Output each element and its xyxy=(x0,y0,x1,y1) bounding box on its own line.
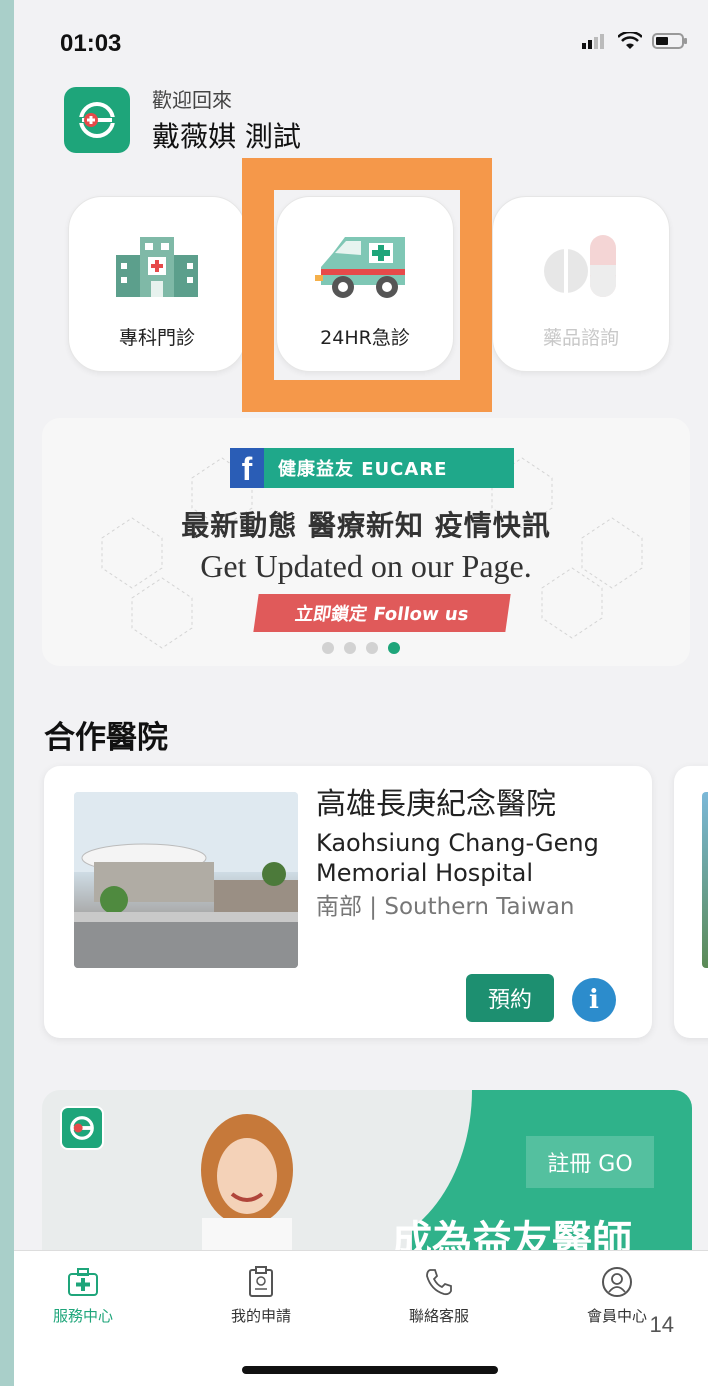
status-icons xyxy=(582,32,688,50)
hospital-card[interactable]: 高雄長庚紀念醫院 Kaohsiung Chang-Geng Memorial H… xyxy=(44,766,652,1038)
facebook-banner[interactable]: f 健康益友 EUCARE 最新動態 醫療新知 疫情快訊 Get Updated… xyxy=(42,418,690,666)
service-medicine-consultation[interactable]: 藥品諮詢 xyxy=(492,196,670,372)
pill-icon xyxy=(536,231,626,301)
tab-service-center[interactable]: 服務中心 xyxy=(28,1265,138,1326)
hospital-region: 南部 | Southern Taiwan xyxy=(316,894,575,920)
info-icon[interactable]: i xyxy=(572,978,616,1022)
highlight-annotation-box xyxy=(242,158,492,412)
fb-title-strip: f 健康益友 EUCARE xyxy=(230,448,514,488)
wifi-icon xyxy=(618,32,642,49)
carousel-dot-active[interactable] xyxy=(388,642,400,654)
service-specialist-clinic[interactable]: 專科門診 xyxy=(68,196,246,372)
status-time: 01:03 xyxy=(60,30,122,57)
partner-hospitals-title: 合作醫院 xyxy=(44,720,168,756)
tab-label: 服務中心 xyxy=(52,1307,113,1325)
eucare-logo-icon xyxy=(60,1106,104,1150)
welcome-header: 歡迎回來 戴薇娸 測試 xyxy=(64,84,301,155)
doctor-promo-banner[interactable]: 註冊 GO 成為益友醫師 xyxy=(42,1090,692,1250)
status-bar: 01:03 xyxy=(14,0,708,80)
fb-title: 健康益友 EUCARE xyxy=(278,459,448,480)
welcome-greeting: 歡迎回來 xyxy=(152,88,232,112)
hospital-photo xyxy=(74,792,298,968)
home-indicator[interactable] xyxy=(242,1366,498,1374)
service-label: 藥品諮詢 xyxy=(542,327,619,349)
hospital-name-en: Kaohsiung Chang-Geng Memorial Hospital xyxy=(316,829,599,887)
banner-headline: 最新動態 醫療新知 疫情快訊 xyxy=(181,509,551,542)
follow-us-button[interactable]: 立即鎖定 Follow us xyxy=(253,594,511,632)
carousel-dot[interactable] xyxy=(366,642,378,654)
hospital-icon xyxy=(112,231,202,301)
battery-icon xyxy=(652,33,687,49)
phone-icon xyxy=(422,1265,456,1299)
tab-label: 我的申請 xyxy=(230,1307,291,1325)
doctor-photo xyxy=(201,1114,293,1250)
carousel-dot[interactable] xyxy=(322,642,334,654)
tab-label: 聯絡客服 xyxy=(408,1307,469,1325)
user-name: 戴薇娸 測試 xyxy=(152,120,301,153)
app-logo xyxy=(64,86,130,153)
tab-customer-service[interactable]: 聯絡客服 xyxy=(384,1265,494,1326)
banner-subline: Get Updated on our Page. xyxy=(200,548,532,584)
signal-icon xyxy=(582,34,604,49)
user-icon xyxy=(600,1265,634,1299)
hospital-photo xyxy=(702,792,708,968)
register-go-button[interactable]: 註冊 GO xyxy=(526,1136,654,1188)
hospital-name: 高雄長庚紀念醫院 xyxy=(316,787,556,822)
service-label: 專科門診 xyxy=(118,327,195,349)
phone-screen: 01:03 歡迎回來 戴薇娸 測試 專科門診 24HR急診 藥品諮詢 f 健康益… xyxy=(14,0,708,1386)
carousel-dots[interactable] xyxy=(322,642,400,654)
page-number: 14 xyxy=(649,1312,674,1337)
facebook-icon: f xyxy=(230,448,264,488)
tab-my-applications[interactable]: 我的申請 xyxy=(206,1265,316,1326)
tab-label: 會員中心 xyxy=(586,1307,647,1325)
medical-case-icon xyxy=(66,1265,100,1299)
clipboard-icon xyxy=(244,1265,278,1299)
book-appointment-button[interactable]: 預約 xyxy=(466,974,554,1022)
promo-headline: 成為益友醫師 xyxy=(392,1218,632,1250)
eucare-logo-icon xyxy=(78,101,116,138)
carousel-dot[interactable] xyxy=(344,642,356,654)
next-hospital-card[interactable] xyxy=(674,766,708,1038)
